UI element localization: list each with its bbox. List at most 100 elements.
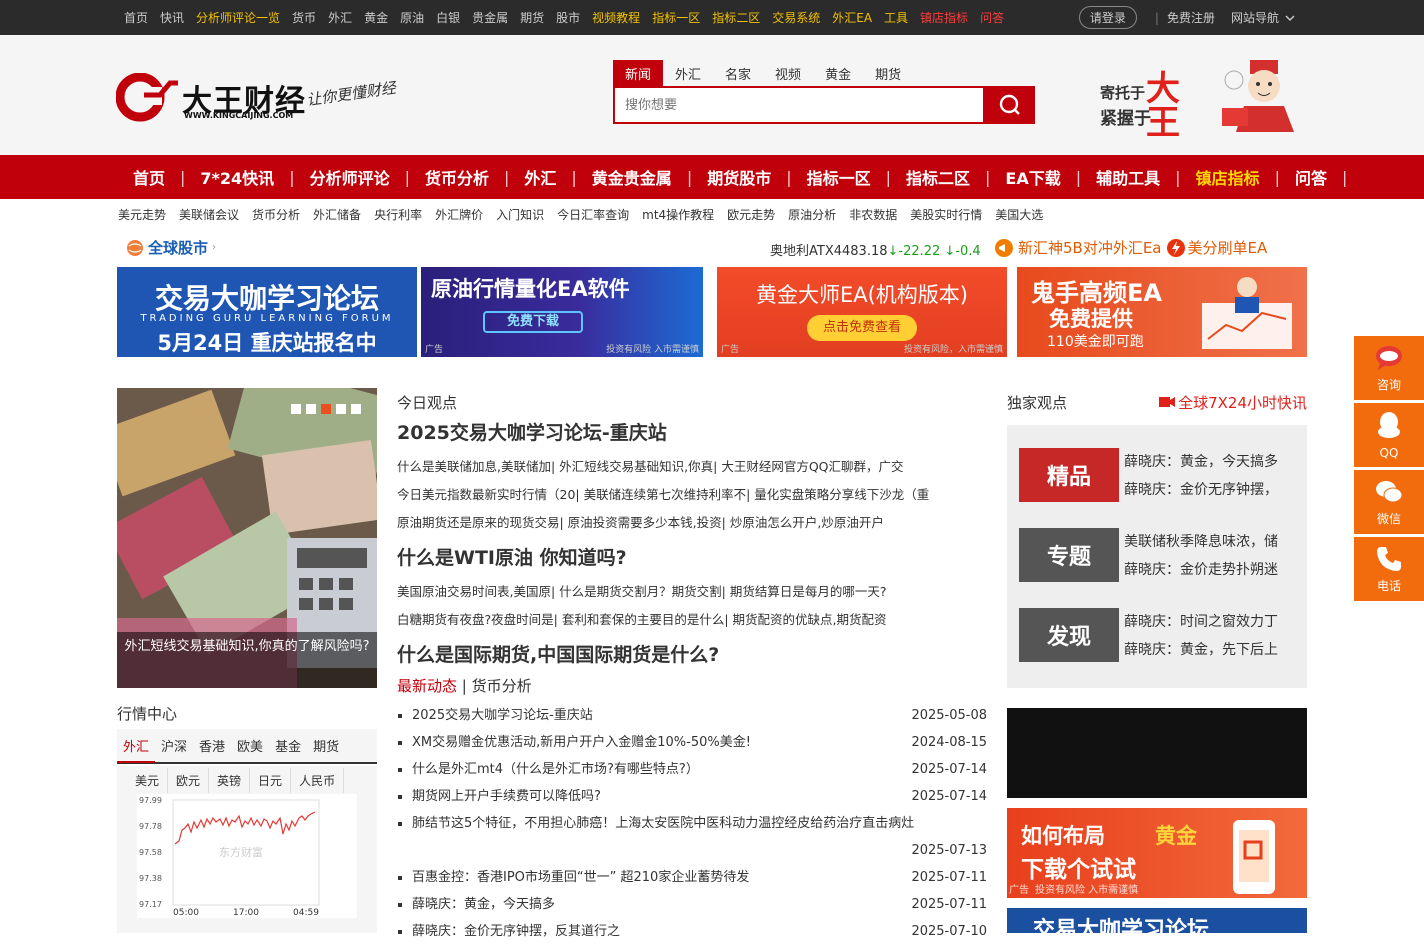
news-item[interactable]: XM交易赠金优惠活动,新用户开户入金赠金10%-50%美金! 2024-08-15 [397,729,990,756]
top-nav-link[interactable]: 问答 [980,9,1004,26]
promo-link-2[interactable]: 美分刷单EA [1188,237,1268,258]
news-item[interactable]: 什么是外汇mt4（什么是外汇市场?有哪些特点?） 2025-07-14 [397,756,990,783]
headline[interactable]: 什么是国际期货,中国国际期货是什么? [397,640,990,667]
news-title[interactable]: XM交易赠金优惠活动,新用户开户入金赠金10%-50%美金! [412,735,751,750]
main-nav-item[interactable]: EA下载 [990,165,1075,189]
top-nav-link[interactable]: 镇店指标 [920,9,968,26]
sub-nav-link[interactable]: 今日汇率查询 [557,206,629,223]
video-placeholder[interactable] [1007,708,1307,798]
top-nav-link[interactable]: 交易系统 [772,9,820,26]
sub-nav-link[interactable]: 货币分析 [252,206,300,223]
sub-nav-link[interactable]: 原油分析 [788,206,836,223]
main-nav-item[interactable]: 期货股市 [692,165,786,189]
news-title[interactable]: 什么是外汇mt4（什么是外汇市场?有哪些特点?） [412,762,699,777]
chevron-down-icon[interactable] [1284,12,1296,24]
top-nav-link[interactable]: 期货 [520,9,544,26]
headline[interactable]: 什么是WTI原油 你知道吗? [397,543,990,570]
float-phone[interactable]: 电话 [1354,537,1424,601]
banner-download-button[interactable]: 免费下载 [483,311,583,333]
banner-gold-ea[interactable]: 黄金大师EA(机构版本) 点击免费查看 广告 投资有风险，入市需谨慎 [717,267,1007,357]
main-nav-item[interactable]: 外汇 [509,165,571,189]
market-tab[interactable]: 欧美 [231,736,269,755]
exclusive-tag[interactable]: 精品 [1019,448,1119,502]
global-market-link[interactable]: 全球股市 › [126,237,216,258]
link-line[interactable]: 什么是美联储加息,美联储加| 外汇短线交易基础知识,你真| 大王财经网官方QQ汇… [397,453,990,481]
main-nav-item[interactable]: 指标二区 [891,165,985,189]
banner-oil-ea[interactable]: 原油行情量化EA软件 免费下载 广告 投资有风险 入市需谨慎 [421,267,703,357]
exclusive-link[interactable]: 薛晓庆：金价无序钟摆， [1124,476,1287,504]
currency-tab[interactable]: 英镑 [209,768,251,793]
market-tab[interactable]: 沪深 [155,736,193,755]
market-tab[interactable]: 基金 [269,736,307,755]
main-nav-item[interactable]: 黄金贵金属 [577,165,687,189]
main-nav-item[interactable]: 指标一区 [792,165,886,189]
float-wechat[interactable]: 微信 [1354,470,1424,534]
sub-nav-link[interactable]: 欧元走势 [727,206,775,223]
news-item[interactable]: 期货网上开户手续费可以降低吗? 2025-07-14 [397,783,990,810]
search-button[interactable] [985,86,1035,124]
exclusive-tag[interactable]: 发现 [1019,608,1119,662]
banner-ghost-ea[interactable]: 鬼手高频EA 免费提供 110美金即可跑 [1017,267,1307,357]
main-nav-item[interactable]: 镇店指标 [1181,165,1275,189]
main-nav-item[interactable]: 7*24快讯 [185,165,289,189]
main-nav-item[interactable]: 问答 [1280,165,1342,189]
market-tab[interactable]: 期货 [307,736,345,755]
news-carousel[interactable]: 外汇短线交易基础知识,你真的了解风险吗? [117,388,377,688]
sub-nav-link[interactable]: 美联储会议 [179,206,239,223]
news-title[interactable]: 薛晓庆：黄金，今天搞多 [412,897,555,912]
search-input[interactable] [615,88,983,122]
top-nav-link[interactable]: 指标一区 [652,9,700,26]
top-nav-link[interactable]: 原油 [400,9,424,26]
search-tab[interactable]: 视频 [763,60,813,86]
news-item[interactable]: 薛晓庆：金价无序钟摆，反其道行之 2025-07-10 [397,918,990,945]
market-tab[interactable]: 外汇 [117,736,156,763]
exclusive-link[interactable]: 薛晓庆：黄金，今天搞多 [1124,448,1287,476]
link-line[interactable]: 今日美元指数最新实时行情（20| 美联储连续第七次维持利率不| 量化实盘策略分享… [397,481,990,509]
link-line[interactable]: 美国原油交易时间表,美国原| 什么是期货交割月？期货交割| 期货结算日是每月的哪… [397,578,990,606]
banner-trading-forum[interactable]: 交易大咖学习论坛 TRADING GURU LEARNING FORUM 5月2… [117,267,417,357]
float-consult[interactable]: 咨询 [1354,336,1424,400]
exclusive-link[interactable]: 薛晓庆：黄金，先下后上 [1124,636,1287,664]
stock-ticker[interactable]: 奥地利ATX4483.18↓-22.22 ↓-0.4 [770,240,992,259]
carousel-dot[interactable] [321,404,331,414]
top-nav-link[interactable]: 股市 [556,9,580,26]
search-tab[interactable]: 期货 [863,60,913,86]
sub-nav-link[interactable]: mt4操作教程 [642,206,714,223]
sub-nav-link[interactable]: 外汇储备 [313,206,361,223]
search-tab[interactable]: 外汇 [663,60,713,86]
top-nav-link[interactable]: 货币 [292,9,316,26]
headline[interactable]: 2025交易大咖学习论坛-重庆站 [397,418,990,445]
sub-nav-link[interactable]: 入门知识 [496,206,544,223]
sub-nav-link[interactable]: 央行利率 [374,206,422,223]
top-nav-link[interactable]: 指标二区 [712,9,760,26]
price-chart[interactable]: 97.99 97.78 97.58 97.38 97.17 05:00 17:00 04:5… [137,794,357,918]
news-item[interactable]: 百惠金控：香港IPO市场重回“世一” 超210家企业蓄势待发 2025-07-11 [397,864,990,891]
float-qq[interactable]: QQ [1354,403,1424,467]
exclusive-tag[interactable]: 专题 [1019,528,1119,582]
top-nav-link[interactable]: 外汇EA [832,9,872,26]
news-title[interactable]: 百惠金控：香港IPO市场重回“世一” 超210家企业蓄势待发 [412,870,749,885]
carousel-dot[interactable] [291,404,301,414]
carousel-dot[interactable] [336,404,346,414]
news-title[interactable]: 肺结节这5个特征，不用担心肺癌！上海太安医院中医科动力温控经皮给药治疗直击病灶 [412,816,914,831]
gold-ad[interactable]: 如何布局 黄金 下载个试试 广告 投资有风险 入市需谨慎 [1007,808,1307,898]
top-nav-link[interactable]: 外汇 [328,9,352,26]
top-nav-link[interactable]: 黄金 [364,9,388,26]
sub-nav-link[interactable]: 美国大选 [995,206,1043,223]
exclusive-link[interactable]: 薛晓庆：金价走势扑朔迷 [1124,556,1287,584]
top-nav-link[interactable]: 分析师评论一览 [196,9,280,26]
main-nav-item[interactable]: 辅助工具 [1081,165,1175,189]
link-line[interactable]: 白糖期货有夜盘?夜盘时间是| 套利和套保的主要目的是什么| 期货配资的优缺点,期… [397,606,990,634]
exclusive-link[interactable]: 薛晓庆：时间之窗效力丁 [1124,608,1287,636]
top-nav-link[interactable]: 白银 [436,9,460,26]
promo-link-1[interactable]: 新汇神5B对冲外汇Ea [1018,237,1162,258]
tab-currency-analysis[interactable]: 货币分析 [472,677,532,695]
currency-tab[interactable]: 人民币 [291,768,345,793]
exclusive-link[interactable]: 美联储秋季降息味浓，储 [1124,528,1287,556]
search-tab[interactable]: 黄金 [813,60,863,86]
carousel-dot[interactable] [351,404,361,414]
forum-ad[interactable]: 交易大咖学习论坛 [1007,908,1307,933]
top-nav-link[interactable]: 首页 [124,9,148,26]
top-nav-link[interactable]: 快讯 [160,9,184,26]
sub-nav-link[interactable]: 美股实时行情 [910,206,982,223]
